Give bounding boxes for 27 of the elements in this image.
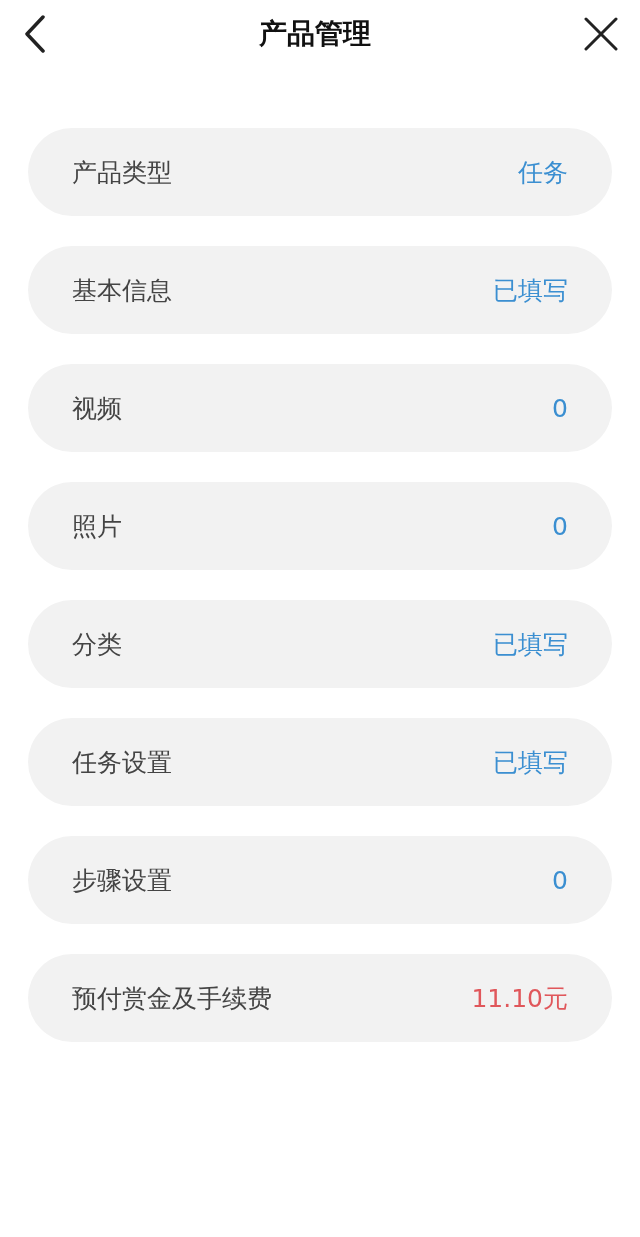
row-value: 已填写: [493, 746, 568, 779]
row-value: 11.10元: [471, 982, 568, 1015]
row-value: 已填写: [493, 628, 568, 661]
row-label: 预付赏金及手续费: [72, 982, 272, 1015]
settings-row[interactable]: 视频 0: [28, 364, 612, 452]
page-title: 产品管理: [259, 16, 371, 52]
row-label: 步骤设置: [72, 864, 172, 897]
settings-row[interactable]: 基本信息 已填写: [28, 246, 612, 334]
close-icon[interactable]: [584, 17, 618, 51]
back-icon[interactable]: [24, 15, 46, 53]
settings-row[interactable]: 预付赏金及手续费 11.10元: [28, 954, 612, 1042]
settings-row[interactable]: 步骤设置 0: [28, 836, 612, 924]
row-label: 照片: [72, 510, 122, 543]
row-value: 已填写: [493, 274, 568, 307]
row-label: 基本信息: [72, 274, 172, 307]
row-label: 任务设置: [72, 746, 172, 779]
settings-row[interactable]: 产品类型 任务: [28, 128, 612, 216]
row-value: 0: [552, 511, 568, 541]
settings-row[interactable]: 任务设置 已填写: [28, 718, 612, 806]
settings-row[interactable]: 分类 已填写: [28, 600, 612, 688]
settings-row[interactable]: 照片 0: [28, 482, 612, 570]
row-label: 分类: [72, 628, 122, 661]
row-value: 任务: [518, 156, 568, 189]
row-value: 0: [552, 865, 568, 895]
row-label: 视频: [72, 392, 122, 425]
row-label: 产品类型: [72, 156, 172, 189]
row-value: 0: [552, 393, 568, 423]
